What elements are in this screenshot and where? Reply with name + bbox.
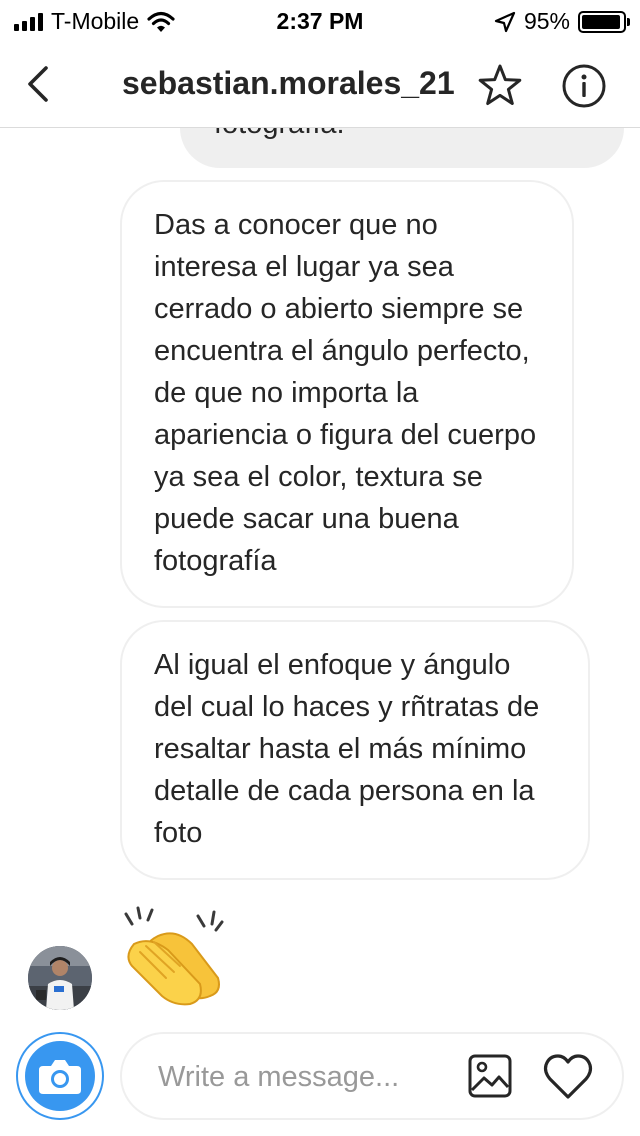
battery-icon — [578, 10, 630, 33]
heart-outline-icon — [543, 1054, 593, 1099]
star-outline-icon — [478, 64, 522, 105]
chat-title[interactable]: sebastian.morales_21 — [122, 65, 455, 102]
info-circle-icon — [562, 64, 606, 108]
location-arrow-icon — [494, 11, 516, 32]
status-bar: T-Mobile 2:37 PM 95% — [0, 0, 640, 40]
like-button[interactable] — [542, 1052, 594, 1102]
avatar[interactable] — [28, 946, 92, 1010]
favorite-button[interactable] — [476, 62, 524, 110]
message-bubble[interactable]: fotografía. — [180, 128, 624, 168]
message-text: Das a conocer que no interesa el lugar y… — [154, 209, 537, 577]
message-bubble[interactable]: Al igual el enfoque y ángulo del cual lo… — [120, 620, 590, 880]
message-bubble[interactable]: Das a conocer que no interesa el lugar y… — [120, 180, 574, 608]
direct-message-screen: T-Mobile 2:37 PM 95% sebastian.morales_2… — [0, 0, 640, 1136]
chevron-left-icon — [28, 66, 48, 102]
message-thread[interactable]: fotografía. Das a conocer que no interes… — [0, 128, 640, 1018]
back-button[interactable] — [22, 64, 58, 104]
status-right: 95% — [494, 8, 630, 35]
info-button[interactable] — [560, 62, 608, 110]
camera-icon — [39, 1060, 81, 1094]
gallery-button[interactable] — [468, 1054, 512, 1098]
clapping-hands-icon — [124, 906, 224, 1006]
message-text: Al igual el enfoque y ángulo del cual lo… — [154, 649, 540, 849]
emoji-message[interactable] — [118, 900, 228, 1010]
message-composer — [120, 1032, 624, 1120]
message-input[interactable] — [158, 1054, 458, 1100]
battery-percent: 95% — [523, 8, 570, 34]
chat-header: sebastian.morales_21 — [0, 40, 640, 128]
message-text: fotografía. — [214, 128, 345, 141]
camera-button[interactable] — [16, 1032, 104, 1120]
battery-level — [582, 14, 620, 29]
image-icon — [468, 1054, 512, 1098]
camera-button-fill — [25, 1041, 95, 1111]
avatar-photo — [28, 946, 92, 1010]
